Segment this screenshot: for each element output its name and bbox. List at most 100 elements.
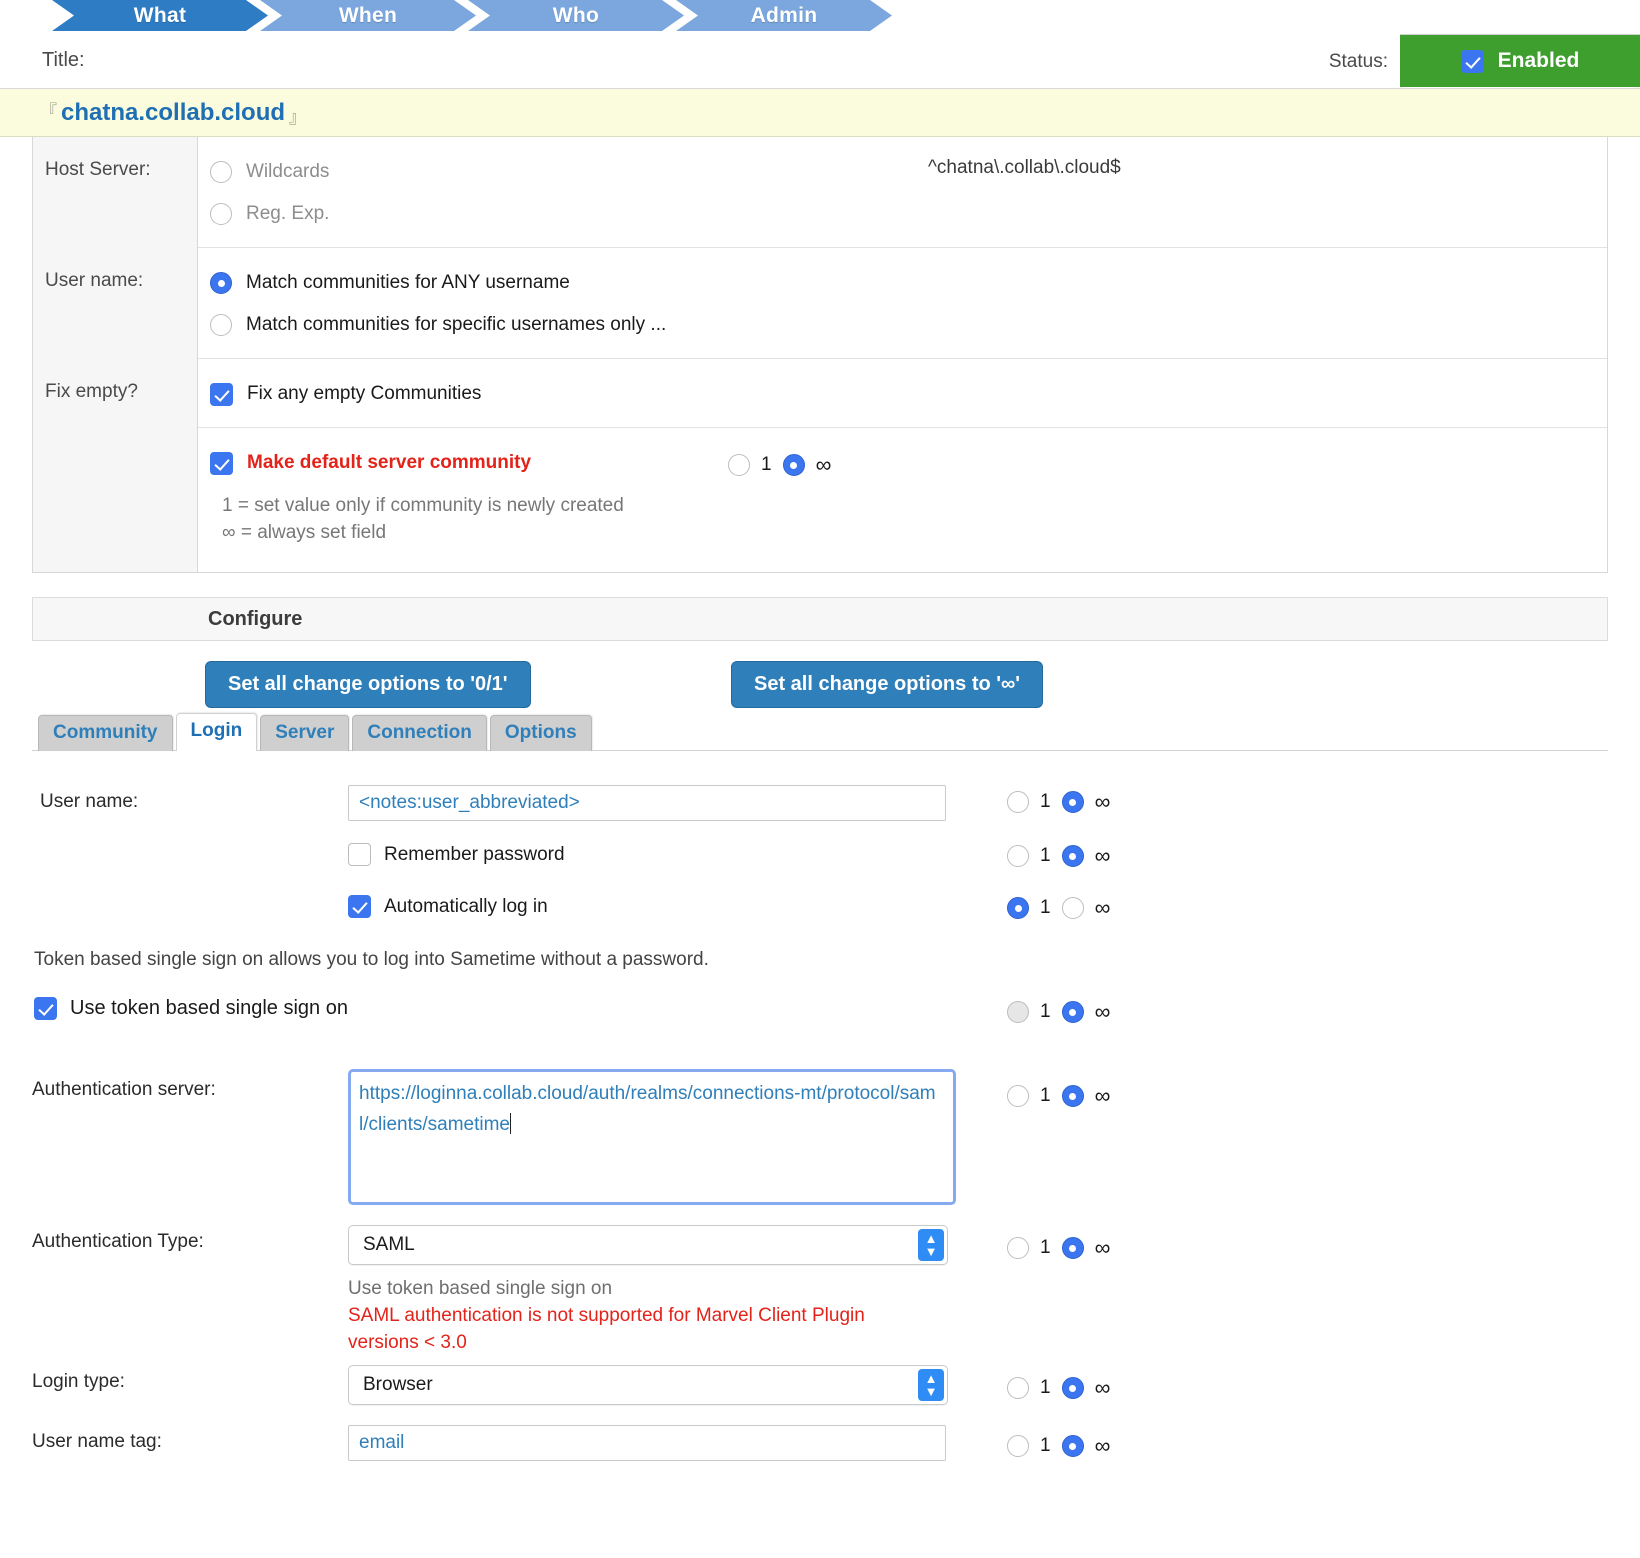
fix-empty-option[interactable]: Fix any empty Communities [210, 373, 1607, 415]
regexp-label: Reg. Exp. [246, 203, 330, 224]
use-token-sso-change-one-label: 1 [1040, 1001, 1051, 1022]
auto-login-change-one-radio[interactable] [1007, 897, 1029, 919]
login-type-change-options: 1 ∞ [1007, 1375, 1110, 1401]
regexp-radio[interactable] [210, 203, 232, 225]
set-all-to-zero-one-button[interactable]: Set all change options to '0/1' [205, 661, 531, 708]
remember-password-change-one-label: 1 [1040, 845, 1051, 866]
match-specific-username-option[interactable]: Match communities for specific usernames… [210, 304, 1607, 346]
match-any-username-radio[interactable] [210, 272, 232, 294]
auth-type-change-one-radio[interactable] [1007, 1237, 1029, 1259]
wizard-tab-when[interactable]: When [260, 0, 476, 31]
use-token-sso-change-options: 1 ∞ [1007, 999, 1110, 1025]
status-enabled-checkbox[interactable] [1460, 49, 1484, 73]
tab-connection[interactable]: Connection [352, 715, 487, 751]
match-specific-username-radio[interactable] [210, 314, 232, 336]
user-name-tag-change-inf-radio[interactable] [1061, 1435, 1084, 1457]
auth-server-change-one-radio[interactable] [1007, 1085, 1029, 1107]
use-token-sso-checkbox[interactable] [34, 997, 57, 1020]
auto-login-checkbox[interactable] [348, 895, 371, 918]
default-community-spacer [33, 428, 198, 572]
hint-line-1: 1 = set value only if community is newly… [222, 495, 624, 516]
chevron-down-icon: ▼ [924, 1383, 938, 1399]
remember-password-option[interactable]: Remember password [348, 843, 565, 866]
auth-type-warning-line-2: versions < 3.0 [348, 1332, 467, 1353]
remember-password-change-inf-radio[interactable] [1061, 845, 1084, 867]
login-type-stepper-icon[interactable]: ▲ ▼ [918, 1369, 944, 1401]
bracket-open-icon: 『 [40, 102, 57, 121]
use-token-sso-label: Use token based single sign on [70, 997, 348, 1019]
wizard-tab-what[interactable]: What [52, 0, 268, 31]
wildcards-radio[interactable] [210, 161, 232, 183]
auth-type-select[interactable]: SAML ▲ ▼ [348, 1225, 948, 1265]
login-user-name-change-one-radio[interactable] [1007, 791, 1029, 813]
use-token-sso-change-one-radio[interactable] [1007, 1001, 1029, 1023]
configure-button-row: Set all change options to '0/1' Set all … [0, 641, 1640, 717]
auth-server-textarea[interactable]: https://loginna.collab.cloud/auth/realms… [348, 1069, 956, 1205]
auto-login-change-inf-radio[interactable] [1061, 897, 1084, 919]
use-token-sso-change-inf-label: ∞ [1094, 999, 1111, 1024]
auth-server-change-inf-radio[interactable] [1061, 1085, 1084, 1107]
tab-server[interactable]: Server [260, 715, 350, 751]
auto-login-change-inf-label: ∞ [1094, 895, 1111, 920]
user-name-tag-label: User name tag: [32, 1431, 162, 1452]
use-token-sso-option[interactable]: Use token based single sign on [34, 997, 348, 1020]
login-type-change-inf-radio[interactable] [1061, 1377, 1084, 1399]
login-type-change-one-radio[interactable] [1007, 1377, 1029, 1399]
wizard-tab-when-label: When [338, 4, 398, 27]
auth-type-value: SAML [363, 1234, 415, 1255]
tab-options-label: Options [504, 722, 577, 743]
tab-community[interactable]: Community [38, 715, 173, 751]
login-type-change-inf-label: ∞ [1094, 1375, 1111, 1400]
remember-password-checkbox[interactable] [348, 843, 371, 866]
make-default-community-checkbox[interactable] [210, 451, 233, 475]
title-value-bar[interactable]: 『 chatna.collab.cloud 』 [0, 89, 1640, 137]
user-name-tag-change-inf-label: ∞ [1094, 1433, 1111, 1458]
default-community-option[interactable]: Make default server community [210, 442, 1607, 484]
auth-server-row: Authentication server: https://loginna.c… [32, 1065, 1608, 1217]
status-badge[interactable]: Enabled [1400, 34, 1640, 87]
login-type-change-one-label: 1 [1040, 1377, 1051, 1398]
fix-empty-checkbox[interactable] [210, 382, 233, 406]
default-community-body: Make default server community 1 ∞ 1 = se… [198, 428, 1607, 572]
login-user-name-change-inf-radio[interactable] [1061, 791, 1084, 813]
login-type-select[interactable]: Browser ▲ ▼ [348, 1365, 948, 1405]
login-user-name-change-one-label: 1 [1040, 791, 1051, 812]
login-user-name-change-options: 1 ∞ [1007, 789, 1110, 815]
user-name-tag-row: User name tag: 1 ∞ [32, 1415, 1608, 1475]
auto-login-option[interactable]: Automatically log in [348, 895, 548, 918]
host-server-label: Host Server: [33, 137, 198, 248]
make-default-community-label: Make default server community [247, 452, 532, 473]
wizard-nav: What When Who Admin [0, 0, 1640, 31]
default-community-change-inf-radio[interactable] [782, 454, 805, 476]
match-any-username-option[interactable]: Match communities for ANY username [210, 262, 1607, 304]
wizard-tab-admin[interactable]: Admin [676, 0, 892, 31]
login-user-name-input[interactable] [348, 785, 946, 821]
auth-type-row: Authentication Type: SAML ▲ ▼ Use token … [32, 1217, 1608, 1357]
use-token-sso-change-inf-radio[interactable] [1061, 1001, 1084, 1023]
wizard-tab-who[interactable]: Who [468, 0, 684, 31]
tab-login[interactable]: Login [175, 713, 258, 751]
auth-server-change-options: 1 ∞ [1007, 1083, 1110, 1109]
property-row-user-name: User name: Match communities for ANY use… [33, 248, 1607, 359]
auth-server-value: https://loginna.collab.cloud/auth/realms… [359, 1083, 936, 1135]
set-all-to-infinity-button[interactable]: Set all change options to '∞' [731, 661, 1044, 708]
tab-connection-label: Connection [367, 722, 472, 743]
default-community-change-inf-label: ∞ [815, 452, 832, 477]
remember-password-row: Remember password 1 ∞ [32, 837, 1608, 889]
auth-type-change-inf-radio[interactable] [1061, 1237, 1084, 1259]
host-server-option-wildcards[interactable]: Wildcards [210, 151, 1607, 193]
tab-options[interactable]: Options [489, 715, 592, 751]
remember-password-change-one-radio[interactable] [1007, 845, 1029, 867]
user-name-tag-input[interactable] [348, 1425, 946, 1461]
fix-empty-label: Fix empty? [33, 359, 198, 428]
user-name-tag-change-options: 1 ∞ [1007, 1433, 1110, 1459]
auto-login-row: Automatically log in 1 ∞ [32, 889, 1608, 941]
auth-type-note: Use token based single sign on [348, 1278, 613, 1299]
chevron-up-icon: ▲ [924, 1230, 938, 1246]
default-community-change-one-radio[interactable] [728, 454, 750, 476]
host-server-option-regexp[interactable]: Reg. Exp. [210, 193, 1607, 235]
title-row: Title: Status: Enabled [0, 31, 1640, 89]
default-community-change-one-label: 1 [761, 454, 772, 475]
user-name-tag-change-one-radio[interactable] [1007, 1435, 1029, 1457]
auth-type-stepper-icon[interactable]: ▲ ▼ [918, 1229, 944, 1261]
